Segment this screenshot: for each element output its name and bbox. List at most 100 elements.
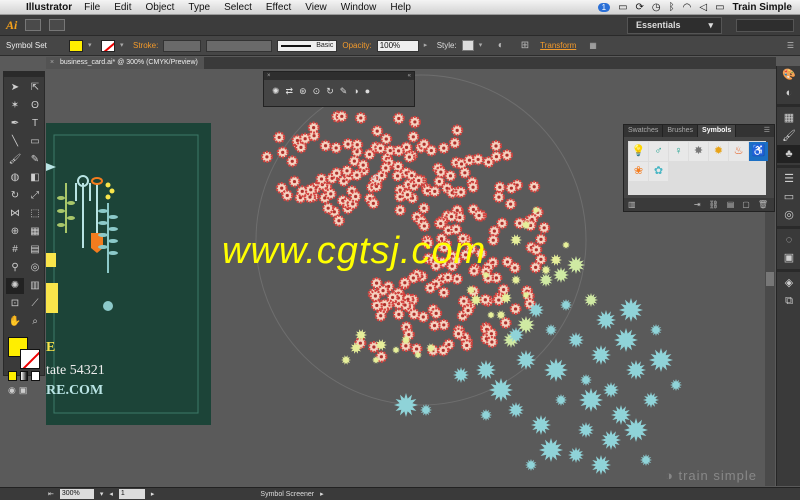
brush-definition[interactable]: Basic (277, 39, 338, 52)
tab-brushes[interactable]: Brushes (663, 125, 699, 137)
width-tool-icon[interactable]: ⋈ (6, 206, 24, 222)
draw-normal-icon[interactable]: ◉ (8, 385, 16, 396)
help-search-input[interactable] (736, 18, 794, 32)
color-icon[interactable]: ◐ (777, 84, 800, 102)
chevron-down-icon[interactable]: ▾ (88, 41, 96, 51)
chevron-down-icon[interactable]: ▾ (100, 490, 104, 498)
appearance-icon[interactable]: ◌ (777, 231, 800, 249)
time-machine-icon[interactable]: ◷ (652, 2, 661, 13)
chevron-down-icon[interactable]: ▾ (479, 41, 487, 51)
menu-window[interactable]: Window (341, 2, 377, 13)
workspace-switcher[interactable]: Essentials ▾ (627, 16, 722, 34)
chevron-right-icon[interactable]: ▸ (424, 41, 432, 51)
symbol-light-bulb-icon[interactable]: 💡 (629, 142, 648, 161)
recolor-icon[interactable]: ◐ (498, 40, 504, 51)
pen-tool-icon[interactable]: ✒ (6, 116, 24, 132)
magic-wand-tool-icon[interactable]: ✶ (6, 98, 24, 114)
sync-icon[interactable]: ⟳ (636, 2, 644, 13)
symbols-icon[interactable]: ♣ (777, 145, 800, 163)
brushes-icon[interactable]: 🖌 (777, 127, 800, 145)
opacity-field[interactable]: 100% (376, 39, 419, 52)
scale-tool-icon[interactable]: ⤢ (26, 188, 44, 204)
symbol-women-icon[interactable]: ♀ (669, 142, 688, 161)
type-tool-icon[interactable]: T (26, 116, 44, 132)
fill-stroke-control[interactable] (6, 335, 42, 369)
symbol-splat-icon[interactable]: ✸ (689, 142, 708, 161)
delete-symbol-icon[interactable]: 🗑 (758, 200, 768, 209)
tab-symbols[interactable]: Symbols (698, 125, 737, 137)
lasso-tool-icon[interactable]: ʘ (26, 98, 44, 114)
symbol-sprayer-tool-icon[interactable]: ✺ (6, 278, 24, 294)
symbol-options-icon[interactable]: ▤ (727, 200, 735, 209)
next-artboard-icon[interactable]: ▸ (151, 490, 155, 498)
menu-object[interactable]: Object (145, 2, 174, 13)
blob-brush-tool-icon[interactable]: ◍ (6, 170, 24, 186)
gradient-icon[interactable]: ▭ (777, 188, 800, 206)
menu-file[interactable]: File (84, 2, 100, 13)
close-icon[interactable]: × (267, 72, 271, 80)
symbol-sizer-icon[interactable]: ⊙ (313, 86, 321, 97)
symbol-accessible-icon[interactable]: ♿ (749, 142, 768, 161)
symbol-libraries-icon[interactable]: ▥ (628, 200, 636, 209)
artboard-number-field[interactable]: 1 (118, 489, 145, 499)
display-icon[interactable]: ▭ (618, 2, 627, 13)
mesh-tool-icon[interactable]: # (6, 242, 24, 258)
symbol-spinner-icon[interactable]: ↻ (326, 86, 334, 97)
scrollbar-thumb[interactable] (766, 272, 774, 286)
color-guide-icon[interactable]: 🎨 (777, 66, 800, 84)
swatches-icon[interactable]: ▦ (777, 109, 800, 127)
gradient-button[interactable] (19, 371, 29, 381)
previous-artboard-icon[interactable]: ◂ (109, 490, 113, 498)
menu-help[interactable]: Help (390, 2, 411, 13)
symbol-men-icon[interactable]: ♂ (649, 142, 668, 161)
panel-menu-icon[interactable]: ☰ (787, 41, 794, 50)
transparency-icon[interactable]: ◎ (777, 206, 800, 224)
symbol-sprayer-icon[interactable]: ✺ (272, 86, 280, 97)
selection-tool-icon[interactable]: ➤ (6, 80, 24, 96)
battery-icon[interactable]: ▭ (715, 2, 724, 13)
slice-tool-icon[interactable]: ⟋ (26, 296, 44, 312)
eyedropper-tool-icon[interactable]: ⚲ (6, 260, 24, 276)
vertical-scrollbar[interactable] (765, 212, 775, 486)
stroke-color-box[interactable] (20, 349, 40, 369)
menu-edit[interactable]: Edit (114, 2, 131, 13)
symbol-cake-icon[interactable]: ♨ (729, 142, 748, 161)
paintbrush-tool-icon[interactable]: 🖌 (6, 152, 24, 168)
symbol-styler-icon[interactable]: ● (365, 86, 370, 97)
symbol-scruncher-icon[interactable]: ⊛ (299, 86, 307, 97)
symbol-shifter-icon[interactable]: ⇄ (286, 86, 294, 97)
variable-width-profile[interactable] (206, 39, 273, 52)
none-button[interactable] (31, 371, 41, 381)
artboards-icon[interactable]: ⧉ (777, 292, 800, 310)
symbol-flower-icon[interactable]: ✿ (649, 162, 668, 181)
hand-tool-icon[interactable]: ✋ (6, 314, 24, 330)
panel-menu-icon[interactable]: ☰ (760, 125, 774, 137)
wifi-icon[interactable]: ◠ (683, 2, 692, 13)
pencil-tool-icon[interactable]: ✎ (26, 152, 44, 168)
symbol-screener-icon[interactable]: ◑ (353, 86, 358, 97)
direct-selection-tool-icon[interactable]: ⇱ (26, 80, 44, 96)
shape-builder-tool-icon[interactable]: ⊕ (6, 224, 24, 240)
menu-view[interactable]: View (305, 2, 327, 13)
symbol-flower-pot-icon[interactable]: ❀ (629, 162, 648, 181)
zoom-tool-icon[interactable]: ⌕ (26, 314, 44, 330)
layers-icon[interactable]: ◈ (777, 274, 800, 292)
rectangle-tool-icon[interactable]: ▭ (26, 134, 44, 150)
chevron-down-icon[interactable]: ▾ (120, 41, 128, 51)
opacity-label[interactable]: Opacity: (342, 41, 371, 50)
symbol-stainer-icon[interactable]: ✎ (340, 86, 348, 97)
stroke-swatch[interactable] (101, 39, 115, 52)
blend-tool-icon[interactable]: ◎ (26, 260, 44, 276)
menu-select[interactable]: Select (224, 2, 252, 13)
eraser-tool-icon[interactable]: ◧ (26, 170, 44, 186)
app-menu[interactable]: Illustrator (26, 2, 72, 13)
fill-swatch[interactable] (69, 39, 83, 52)
first-artboard-icon[interactable]: ⇤ (48, 490, 54, 498)
stroke-label[interactable]: Stroke: (133, 41, 158, 50)
close-icon[interactable]: × (50, 57, 54, 69)
line-tool-icon[interactable]: ╲ (6, 134, 24, 150)
rotate-tool-icon[interactable]: ↻ (6, 188, 24, 204)
column-graph-tool-icon[interactable]: ▥ (26, 278, 44, 294)
user-menu[interactable]: Train Simple (733, 2, 792, 13)
collapse-icon[interactable]: « (408, 72, 411, 80)
